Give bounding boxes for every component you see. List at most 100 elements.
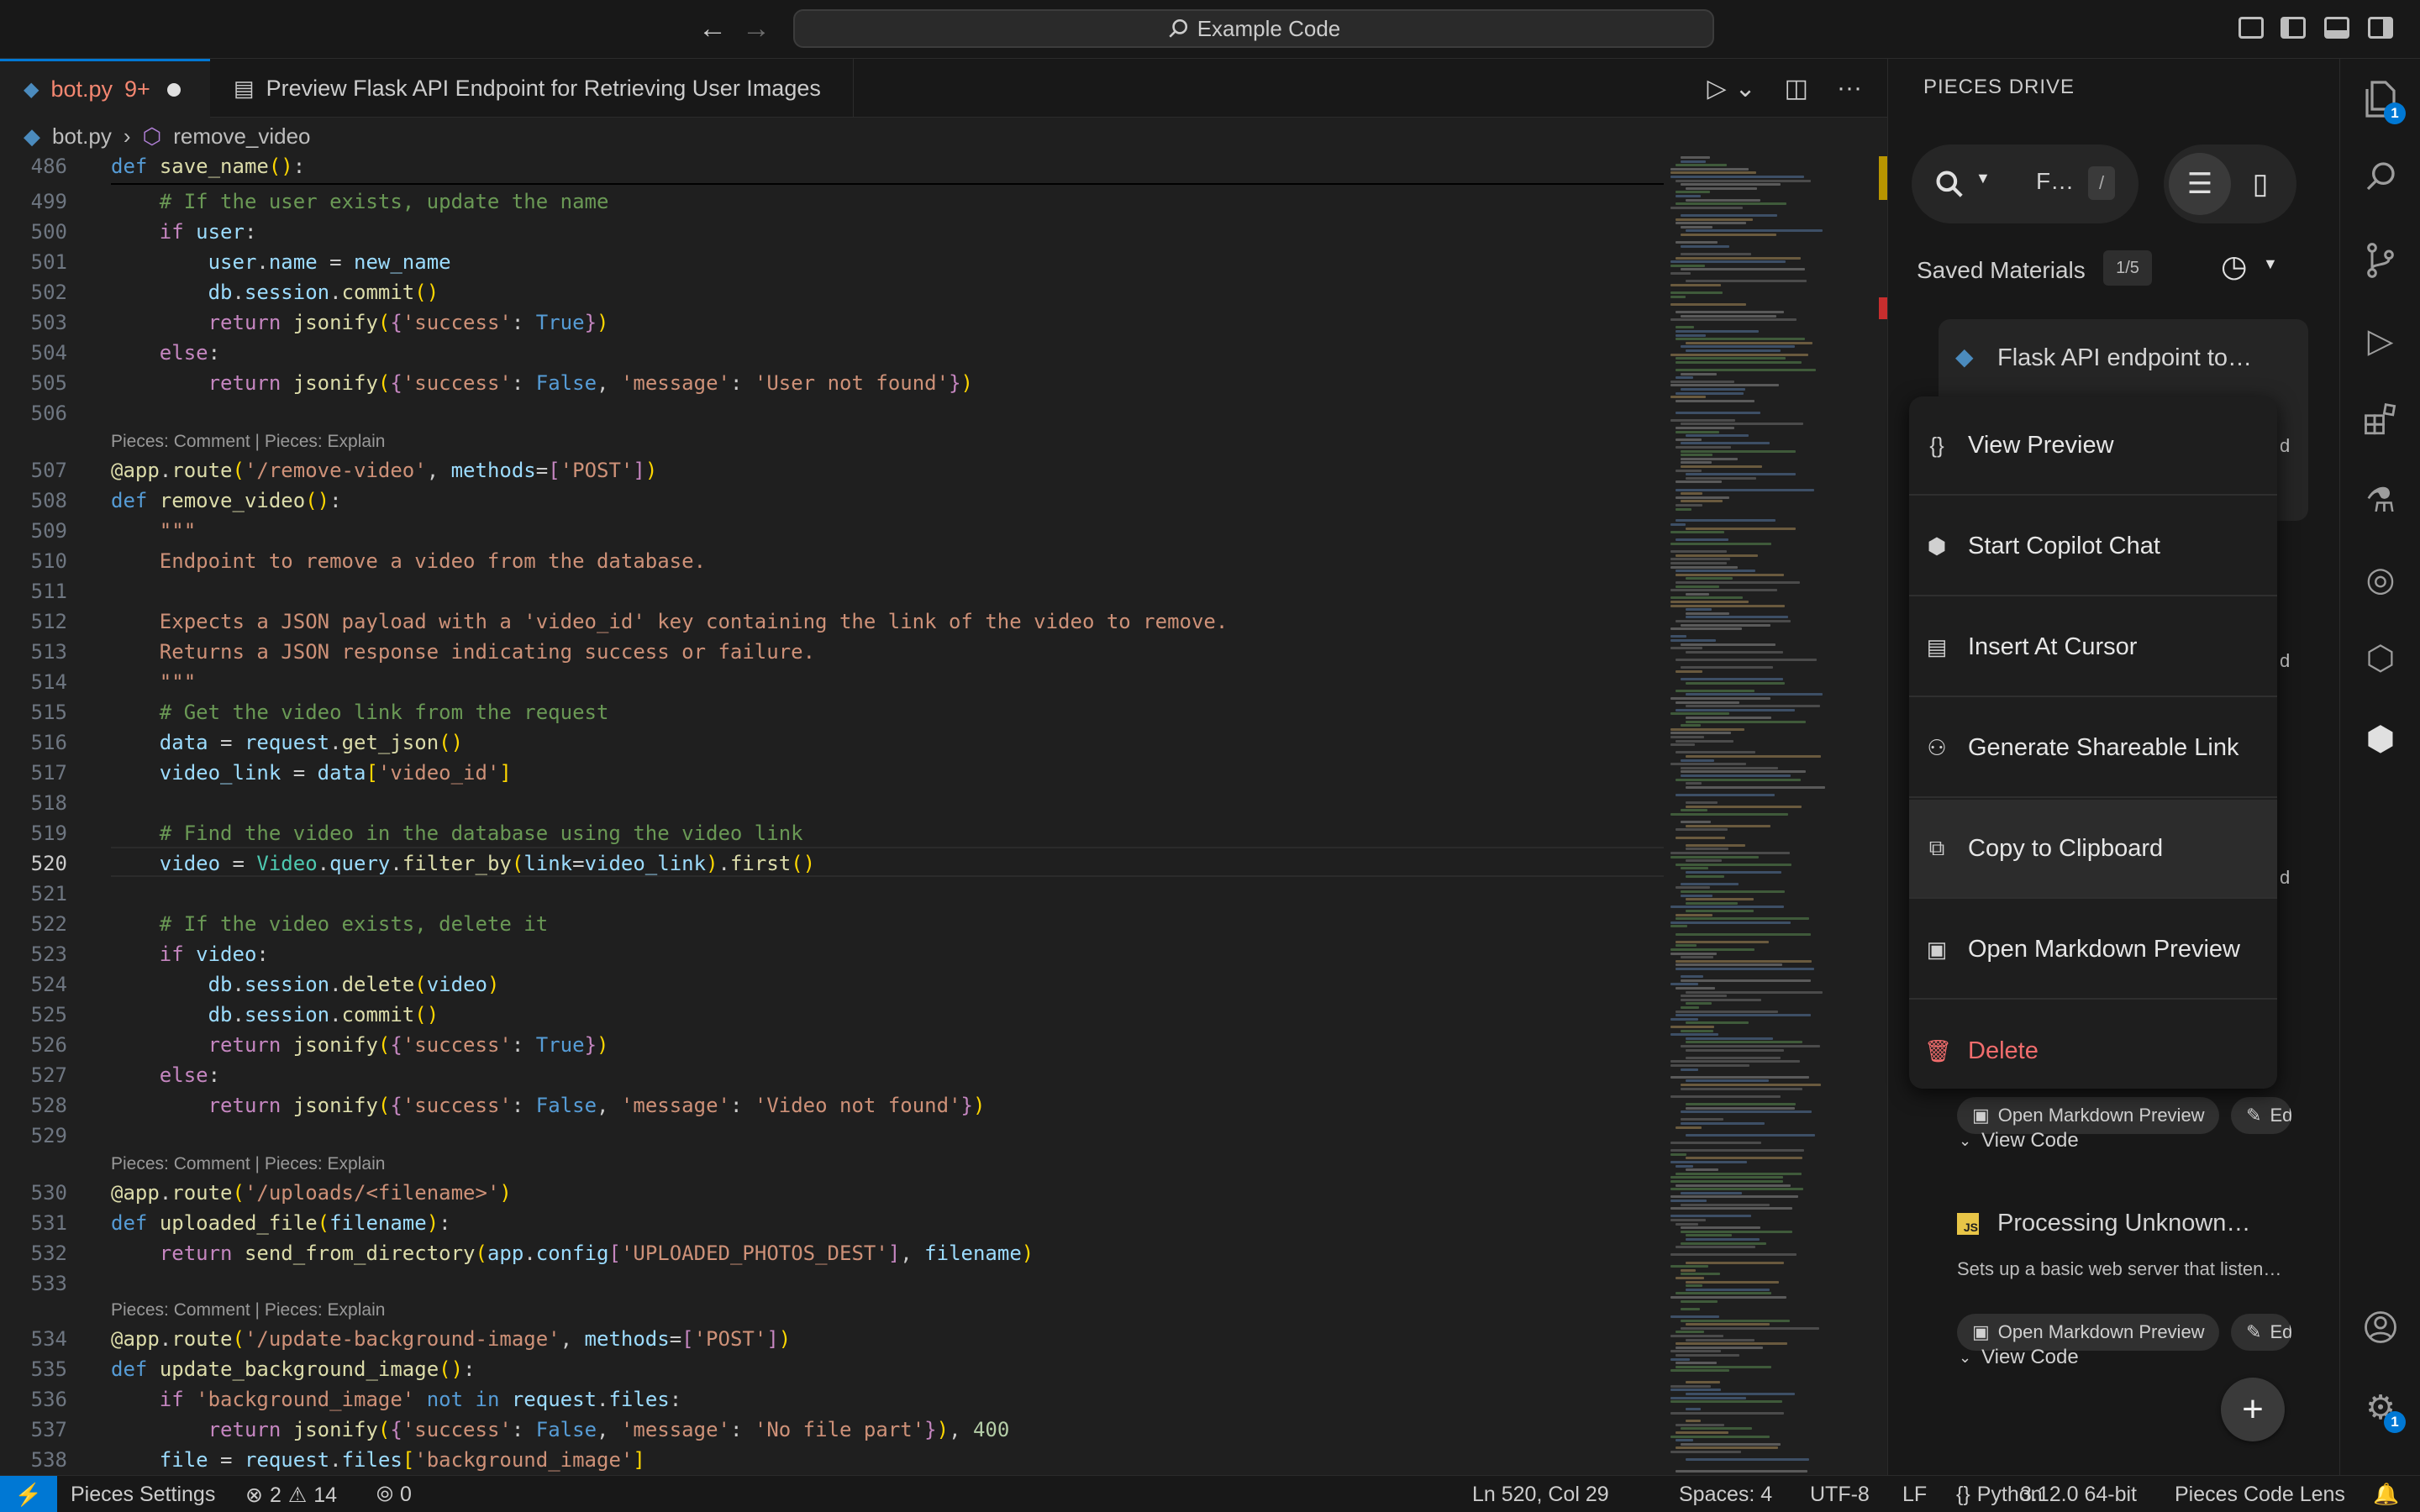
minimap-line	[1670, 627, 1743, 631]
settings-gear-icon[interactable]: ⚙ 1	[2359, 1386, 2406, 1433]
minimap-line	[1676, 338, 1805, 341]
minimap-line	[1686, 1393, 1795, 1395]
gallery-view-icon[interactable]: ▯	[2229, 153, 2291, 215]
line-number: 512	[30, 610, 67, 633]
codelens[interactable]: Pieces: Comment | Pieces: Explain	[111, 432, 385, 452]
more-actions-icon[interactable]: ···	[1837, 74, 1862, 103]
menu-item-open-markdown-preview[interactable]: ▣ Open Markdown Preview	[1909, 900, 2277, 1000]
code-line: Returns a JSON response indicating succe…	[159, 640, 816, 664]
menu-item-generate-shareable-link[interactable]: ⚇ Generate Shareable Link	[1909, 699, 2277, 798]
minimap-line	[1670, 589, 1778, 592]
pieces-settings-item[interactable]: Pieces Settings	[71, 1483, 215, 1507]
line-number: 511	[30, 580, 67, 603]
search-icon[interactable]	[2359, 155, 2402, 198]
ports-item[interactable]: ⦾ 0	[376, 1483, 412, 1507]
code-line: Expects a JSON payload with a 'video_id'…	[159, 610, 1228, 633]
code-editor[interactable]: 486 def save_name(): 499 # If the user e…	[0, 153, 1664, 1475]
minimap-line	[1676, 427, 1734, 429]
search-filter-label[interactable]: F…	[2036, 168, 2074, 195]
menu-item-copy-to-clipboard[interactable]: ⧉ Copy to Clipboard	[1909, 800, 2277, 899]
view-code-toggle[interactable]: ⌄ View Code	[1959, 1129, 2079, 1152]
minimap-line	[1670, 852, 1790, 854]
minimap-line	[1686, 898, 1754, 901]
pieces-search[interactable]: ▼ F… /	[1912, 144, 2139, 223]
chevron-down-icon[interactable]: ▼	[2263, 255, 2278, 273]
notifications-bell-icon[interactable]: 🔔	[2373, 1483, 2399, 1507]
encoding[interactable]: UTF-8	[1810, 1483, 1870, 1507]
line-number: 536	[30, 1388, 67, 1411]
clock-icon[interactable]: ◷	[2221, 249, 2247, 284]
pencil-icon: ✎	[2246, 1321, 2262, 1342]
unsaved-dot-icon[interactable]	[166, 82, 181, 97]
pieces-explorer-icon[interactable]: ⬡	[2359, 637, 2402, 680]
codelens[interactable]: Pieces: Comment | Pieces: Explain	[111, 1154, 385, 1174]
run-icon[interactable]: ▷	[1707, 74, 1726, 103]
piece-title[interactable]: Flask API endpoint to…	[1997, 344, 2252, 372]
extensions-icon[interactable]	[2359, 398, 2402, 442]
toggle-primary-sidebar-icon[interactable]	[2281, 17, 2306, 39]
line-number: 527	[30, 1063, 67, 1087]
minimap-line	[1670, 1253, 1797, 1257]
codelens[interactable]: Pieces: Comment | Pieces: Explain	[111, 1300, 385, 1320]
menu-item-start-copilot-chat[interactable]: ⬢ Start Copilot Chat	[1909, 497, 2277, 596]
split-editor-icon[interactable]: ◫	[1785, 74, 1808, 103]
minimap-line	[1686, 1157, 1803, 1160]
minimap[interactable]	[1667, 153, 1869, 1475]
pieces-code-lens[interactable]: Pieces Code Lens	[2175, 1483, 2345, 1507]
breadcrumb-file[interactable]: bot.py	[52, 123, 112, 150]
list-view-icon[interactable]: ☰	[2169, 153, 2231, 215]
minimap-line	[1676, 369, 1816, 371]
minimap-line	[1676, 1423, 1725, 1426]
arrow-right-icon[interactable]: →	[739, 12, 773, 45]
minimap-line	[1670, 1149, 1805, 1152]
edit-chip[interactable]: ✎ Ed	[2231, 1097, 2291, 1134]
shortcut-hint: /	[2088, 166, 2115, 200]
source-control-icon[interactable]	[2359, 239, 2402, 282]
menu-item-view-preview[interactable]: {} View Preview	[1909, 396, 2277, 496]
view-code-toggle[interactable]: ⌄ View Code	[1959, 1346, 2079, 1369]
remote-indicator-icon[interactable]: ⚡	[0, 1476, 57, 1512]
menu-item-insert-at-cursor[interactable]: ▤ Insert At Cursor	[1909, 598, 2277, 697]
run-debug-icon[interactable]: ▷	[2359, 319, 2402, 363]
toggle-panel-icon[interactable]	[2324, 17, 2349, 39]
search-icon[interactable]	[1933, 168, 1965, 200]
testing-flask-icon[interactable]: ⚗	[2359, 479, 2402, 522]
pieces-drive-icon[interactable]: ⬢	[2359, 717, 2402, 761]
cursor-position[interactable]: Ln 520, Col 29	[1472, 1483, 1609, 1507]
end-of-line[interactable]: LF	[1902, 1483, 1927, 1507]
minimap-line	[1681, 1087, 1803, 1090]
toggle-secondary-sidebar-icon[interactable]	[2368, 17, 2393, 39]
command-center[interactable]: Example Code	[793, 9, 1714, 48]
minimap-line	[1676, 446, 1732, 449]
customize-layout-icon[interactable]	[2238, 17, 2264, 39]
breadcrumb-symbol[interactable]: remove_video	[173, 123, 310, 150]
minimap-line	[1670, 1207, 1792, 1210]
minimap-line	[1670, 1095, 1781, 1098]
line-number: 530	[30, 1181, 67, 1205]
minimap-line	[1676, 202, 1786, 206]
minimap-line	[1670, 1384, 1712, 1388]
pieces-copilot-icon[interactable]: ◎	[2359, 558, 2402, 601]
indentation[interactable]: Spaces: 4	[1679, 1483, 1772, 1507]
problems-item[interactable]: ⊗ 2 ⚠ 14	[245, 1483, 337, 1508]
piece-title[interactable]: Processing Unknown…	[1997, 1210, 2250, 1237]
run-menu-icon[interactable]: ⌄	[1735, 74, 1756, 103]
tab-preview[interactable]: ▤ Preview Flask API Endpoint for Retriev…	[210, 59, 854, 118]
explorer-badge: 1	[2384, 102, 2406, 124]
ports-count: 0	[400, 1483, 412, 1506]
minimap-line	[1670, 1219, 1706, 1221]
arrow-left-icon[interactable]: ←	[696, 12, 729, 45]
chevron-down-icon[interactable]: ▼	[1975, 170, 1991, 187]
explorer-icon[interactable]: 1	[2359, 77, 2406, 124]
edit-chip[interactable]: ✎ Ed	[2231, 1314, 2291, 1351]
account-icon[interactable]	[2359, 1305, 2402, 1349]
tab-bot-py[interactable]: ◆ bot.py 9+	[0, 59, 210, 118]
add-piece-button[interactable]: +	[2221, 1378, 2285, 1441]
minimap-line	[1686, 229, 1823, 233]
menu-item-delete[interactable]: 🗑 Delete	[1909, 1001, 2277, 1100]
minimap-line	[1670, 1412, 1784, 1415]
python-interpreter[interactable]: 3.12.0 64-bit	[2020, 1483, 2137, 1507]
minimap-line	[1676, 620, 1791, 622]
view-code-label: View Code	[1981, 1129, 2079, 1152]
code-line: db.session.commit()	[208, 1003, 439, 1026]
